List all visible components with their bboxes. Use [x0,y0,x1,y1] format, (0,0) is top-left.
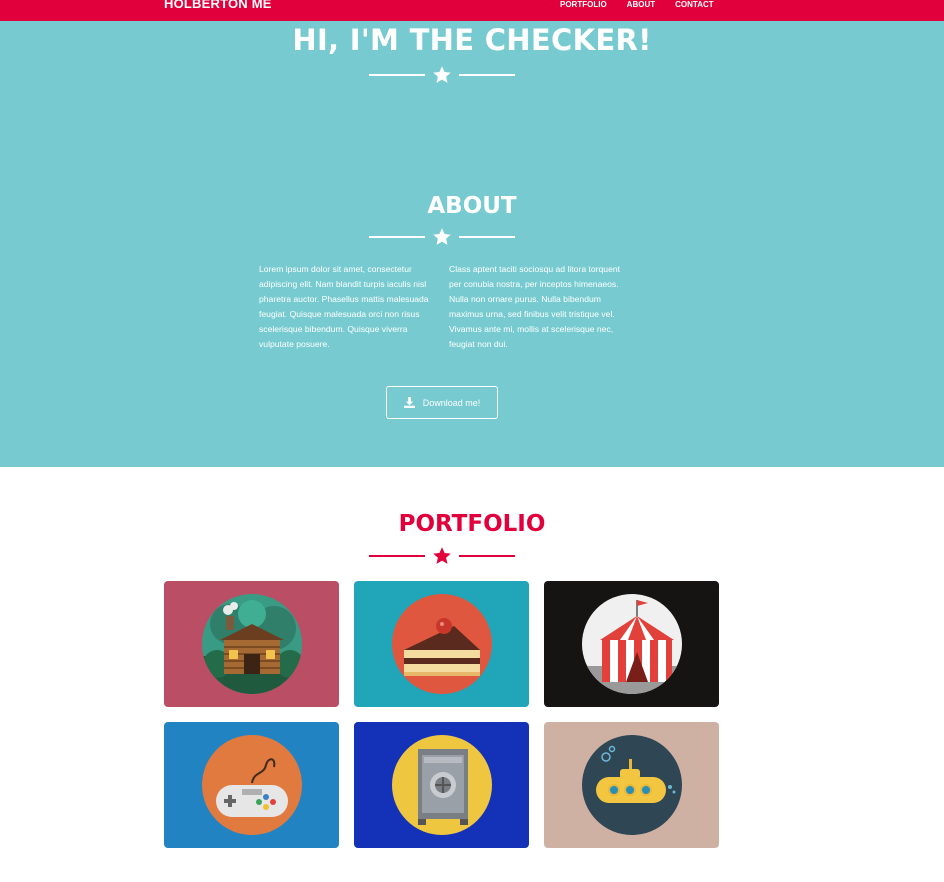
about-text-left: Lorem ipsum dolor sit amet, consectetur … [259,264,429,349]
cake-icon [392,594,492,694]
divider-line-left [369,74,425,76]
divider-line-right [459,555,515,557]
cabin-icon [202,594,302,694]
portfolio-title: PORTFOLIO [398,511,546,537]
portfolio-item-cabin[interactable] [164,581,339,707]
nav-link-about[interactable]: ABOUT [627,0,655,9]
about-text-right: Class aptent taciti sociosqu ad litora t… [449,264,621,349]
brand-logo[interactable]: HOLBERTON ME [164,0,272,11]
about-title: ABOUT [427,193,517,219]
nav-links: PORTFOLIO ABOUT CONTACT [560,0,714,9]
star-icon [433,66,451,83]
hero-section: HI, I'M THE CHECKER! ABOUT Lorem ipsum d… [0,21,944,467]
portfolio-divider [369,546,515,566]
divider-line-left [369,555,425,557]
navbar: HOLBERTON ME PORTFOLIO ABOUT CONTACT [0,0,944,21]
portfolio-item-cake[interactable] [354,581,529,707]
divider-line-left [369,236,425,238]
divider-line-right [459,236,515,238]
download-button-label: Download me! [422,397,481,408]
hero-divider [369,65,515,85]
portfolio-item-game-controller[interactable] [164,722,339,848]
download-icon [403,397,415,408]
divider-line-right [459,74,515,76]
star-icon [433,228,451,245]
star-icon [433,547,451,564]
portfolio-item-safe[interactable] [354,722,529,848]
safe-icon [392,735,492,835]
about-divider [369,227,515,247]
game-controller-icon [202,735,302,835]
hero-title: HI, I'M THE CHECKER! [292,23,652,57]
download-button[interactable]: Download me! [386,386,498,419]
portfolio-item-submarine[interactable] [544,722,719,848]
nav-link-contact[interactable]: CONTACT [675,0,714,9]
circus-icon [582,594,682,694]
portfolio-item-circus[interactable] [544,581,719,707]
submarine-icon [582,735,682,835]
nav-link-portfolio[interactable]: PORTFOLIO [560,0,607,9]
